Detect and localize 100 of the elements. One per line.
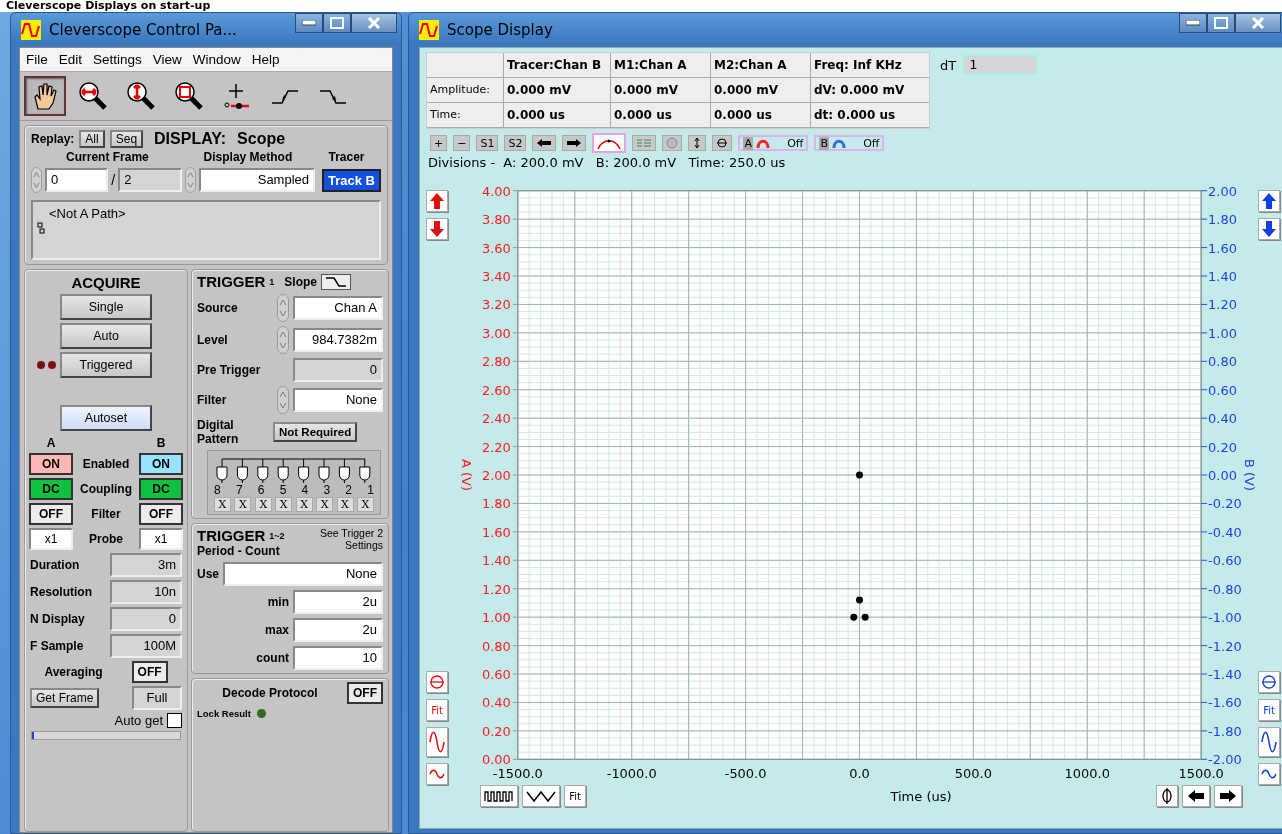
decode-toggle[interactable]: OFF [347,682,383,704]
parameter-label: F Sample [30,639,84,653]
up-arrow-button[interactable] [426,190,448,212]
trigger-setting-field[interactable]: None [293,388,383,412]
page-caption: Cleverscope Displays on start-up [0,0,1282,12]
path-field[interactable]: <Not A Path> [31,200,381,260]
acquire-button[interactable]: Triggered [60,352,152,378]
acquire-button[interactable]: Single [60,294,152,320]
target-button[interactable] [426,671,448,693]
triangle-wave-button[interactable] [522,785,560,807]
menu-item[interactable]: Help [251,52,280,67]
channel-toggle[interactable]: ON [29,453,73,475]
toolbar-button[interactable]: S2 [504,135,527,151]
display-method-field[interactable]: Sampled [198,168,316,192]
channel-toggle[interactable]: OFF [139,503,183,525]
dt-field[interactable]: 1 [962,54,1039,75]
phase-button[interactable] [1156,785,1178,807]
bit-value[interactable]: X [214,497,231,512]
left-arrow-button[interactable] [1182,785,1210,807]
divisions-text: Divisions - A: 200.0 mV B: 200.0 mV Time: 250.0 us [427,154,787,172]
tool-button[interactable] [24,76,66,116]
menu-item[interactable]: View [152,52,182,67]
slope-button[interactable] [321,273,352,290]
period-field[interactable]: 10 [293,646,383,670]
auto-get-checkbox[interactable] [167,713,182,728]
maximize-button[interactable] [323,13,351,33]
bit-value[interactable]: X [336,497,354,512]
sine-wave-button[interactable] [426,727,448,757]
fit-button[interactable]: Fit [564,785,586,807]
expand-button[interactable] [712,135,733,151]
menu-item[interactable]: Edit [58,52,83,67]
menu-item[interactable]: Window [192,52,241,67]
bit-number: 8 [214,483,221,497]
wave-button[interactable] [1258,763,1280,785]
replay-button[interactable]: Seq [109,130,144,148]
center-button[interactable] [688,135,707,151]
channel-toggle[interactable]: DC [139,478,183,500]
up-arrow-button[interactable] [1258,190,1280,212]
frame-field[interactable]: 0 [45,168,109,192]
trigger-number: 1 [269,276,275,287]
use-field[interactable]: None [223,562,383,586]
channel-button[interactable]: B Off [814,135,885,151]
menu-item[interactable]: Settings [93,52,142,67]
bit-value[interactable]: X [356,497,374,512]
period-field[interactable]: 2u [293,590,383,614]
down-arrow-button[interactable] [1258,218,1280,240]
target-button[interactable] [1258,671,1280,693]
bit-value[interactable]: X [295,497,313,512]
window-title: Scope Display [447,21,554,39]
parameter-value: 10n [110,580,182,604]
down-arrow-button[interactable] [426,218,448,240]
peak-button[interactable] [592,133,627,153]
trigger-setting-field[interactable]: Chan A [293,296,383,320]
table-cell: 0.000 mV [711,78,811,103]
y-tick-label: 0.20 [1208,439,1237,455]
left-arrow-button[interactable] [532,135,557,151]
square-wave-button[interactable] [480,785,518,807]
bit-value[interactable]: X [275,497,293,512]
channel-toggle[interactable]: ON [139,453,183,475]
bit-number: 4 [301,483,309,497]
y-tick-label: -1.00 [1208,610,1242,626]
y-tick-label: 0.40 [1208,411,1237,427]
close-button[interactable] [351,13,397,33]
menu-item[interactable]: File [26,52,48,67]
minimize-button[interactable] [1179,13,1207,33]
right-arrow-button[interactable] [1214,785,1242,807]
toolbar-button[interactable]: − [453,135,471,151]
fit-button[interactable]: Fit [426,699,448,721]
averaging-toggle[interactable]: OFF [131,661,168,683]
period-field[interactable]: 2u [293,618,383,642]
minimize-button[interactable] [295,13,323,33]
triangle-wave-icon [526,790,556,802]
autoset-button[interactable]: Autoset [60,405,152,431]
close-button[interactable] [1235,13,1281,33]
channel-toggle[interactable]: DC [29,478,73,500]
get-frame-button[interactable]: Get Frame [30,688,100,708]
sine-wave-icon [1261,731,1277,753]
bit-value[interactable]: X [234,497,252,512]
fit-button[interactable]: Fit [1258,699,1280,721]
maximize-button[interactable] [1207,13,1235,33]
bit-value[interactable]: X [316,497,334,512]
dt-label: dT [940,58,957,73]
digital-pattern-button[interactable]: Not Required [273,422,358,442]
right-arrow-button[interactable] [562,135,587,151]
sine-wave-button[interactable] [1258,727,1280,757]
replay-button[interactable]: All [79,130,105,148]
trigger-setting-field[interactable]: 984.7382m [293,328,383,352]
bit-number: 1 [367,483,374,497]
tracer-button[interactable]: Track B [322,168,381,192]
probe-field[interactable]: x1 [29,528,73,550]
acquire-button[interactable]: Auto [60,323,152,349]
left-arrow-icon [536,138,553,148]
y-tick-label: 1.80 [482,496,511,512]
channel-toggle[interactable]: OFF [29,503,73,525]
bit-value[interactable]: X [254,497,272,512]
probe-field[interactable]: x1 [139,528,183,550]
wave-button[interactable] [426,763,448,785]
channel-button[interactable]: A Off [738,135,809,151]
toolbar-button[interactable]: + [430,135,448,151]
toolbar-button[interactable]: S1 [476,135,499,151]
